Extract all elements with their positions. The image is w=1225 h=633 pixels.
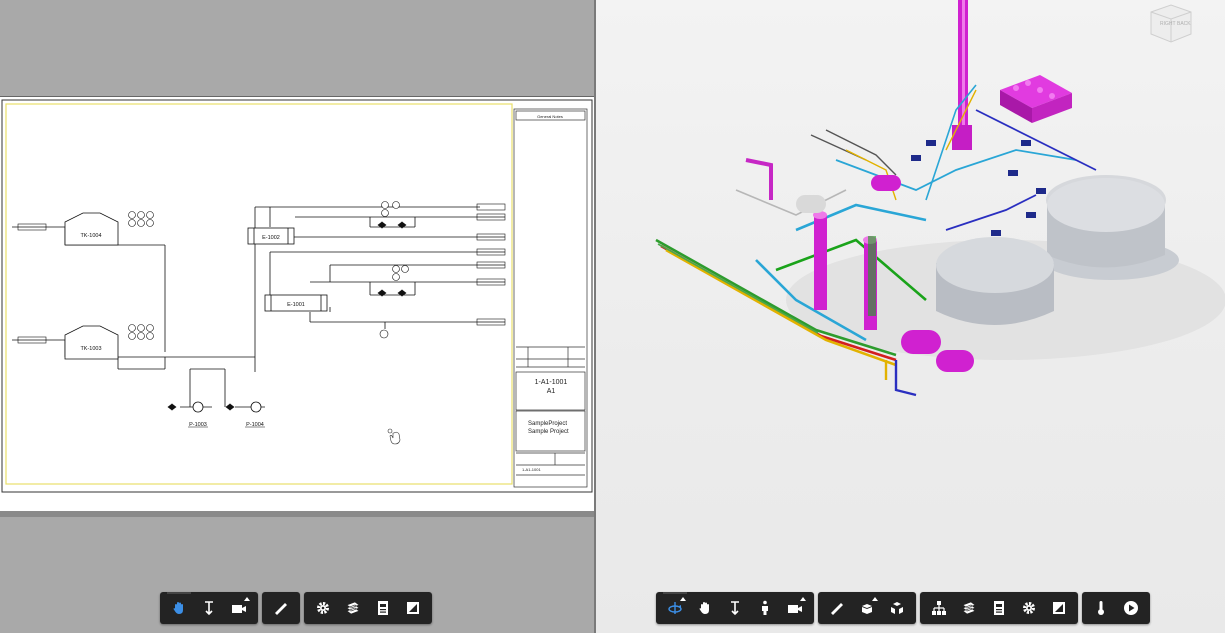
pump-p1004-label: P-1004 — [246, 422, 264, 428]
model-browser-button[interactable] — [924, 592, 954, 624]
section-button[interactable] — [882, 592, 912, 624]
pan-button[interactable] — [164, 592, 194, 624]
drawing-sheet[interactable]: General Notes 1-A1-1001 A1 SampleProject… — [0, 96, 596, 517]
exhaust-stack — [952, 0, 972, 150]
pump-p1003-label: P-1003 — [189, 422, 207, 428]
pan-icon — [173, 602, 183, 614]
layers-icon — [962, 601, 976, 615]
submenu-indicator-icon — [244, 597, 250, 601]
properties-button[interactable] — [368, 592, 398, 624]
sheet-size: A1 — [547, 388, 556, 395]
tank-tk1003-label: TK-1003 — [80, 346, 101, 352]
measure-button[interactable] — [822, 592, 852, 624]
fullscreen-button[interactable] — [398, 592, 428, 624]
submenu-indicator-icon — [872, 597, 878, 601]
measure-icon — [831, 603, 843, 615]
pan-icon — [699, 602, 709, 614]
play-icon — [1124, 601, 1138, 615]
properties-icon — [378, 601, 388, 615]
settings-icon — [1023, 602, 1035, 614]
submenu-indicator-icon — [680, 597, 686, 601]
tank-tk1004-label: TK-1004 — [80, 233, 101, 239]
navigation-tools-group — [160, 592, 258, 624]
model-viewer-pane[interactable]: RIGHT BACK — [596, 0, 1225, 633]
properties-icon — [994, 601, 1004, 615]
measure-tools-group — [262, 592, 300, 624]
camera-icon — [232, 605, 246, 613]
model-info-group — [920, 592, 1078, 624]
zoom-button[interactable] — [194, 592, 224, 624]
settings-tools-group — [304, 592, 432, 624]
exchanger-e1002-label: E-1002 — [262, 235, 280, 241]
layers-button[interactable] — [954, 592, 984, 624]
settings-icon — [317, 602, 329, 614]
pan-button[interactable] — [690, 592, 720, 624]
camera-icon — [788, 605, 802, 613]
plant-3d-model — [655, 0, 1225, 397]
walk-button[interactable] — [750, 592, 780, 624]
storage-tank-1 — [1043, 175, 1179, 280]
settings-button[interactable] — [1014, 592, 1044, 624]
temperature-icon — [1098, 601, 1104, 615]
fullscreen-button[interactable] — [1044, 592, 1074, 624]
zoom-button[interactable] — [720, 592, 750, 624]
heat-exchangers — [247, 227, 328, 312]
submenu-indicator-icon — [800, 597, 806, 601]
bottom-drawing-number: 1-A1-1001 — [522, 467, 541, 472]
exchanger-e1001-label: E-1001 — [287, 302, 305, 308]
walk-icon — [762, 600, 768, 615]
view-cube-right-face: RIGHT — [1160, 21, 1176, 27]
extensions-group — [1082, 592, 1150, 624]
layers-button[interactable] — [338, 592, 368, 624]
drawing-number: 1-A1-1001 — [535, 379, 568, 386]
title-block-header: General Notes — [537, 114, 563, 119]
view-cube[interactable]: RIGHT BACK — [1147, 2, 1195, 44]
rooftop-equipment — [1000, 75, 1072, 123]
layers-icon — [346, 601, 360, 615]
play-button[interactable] — [1116, 592, 1146, 624]
storage-tank-2 — [936, 237, 1054, 325]
navigation-tools-group — [656, 592, 814, 624]
zoom-icon — [731, 601, 739, 616]
fullscreen-icon — [407, 602, 419, 614]
measure-button[interactable] — [266, 592, 296, 624]
pipe-supports — [911, 140, 1046, 236]
fullscreen-icon — [1053, 602, 1065, 614]
orbit-icon — [668, 602, 682, 614]
project-name: SampleProject — [528, 421, 567, 427]
explode-button[interactable] — [852, 592, 882, 624]
camera-button[interactable] — [780, 592, 810, 624]
model-toolbar — [656, 592, 1150, 624]
section-icon — [891, 602, 903, 614]
settings-button[interactable] — [308, 592, 338, 624]
orbit-button[interactable] — [660, 592, 690, 624]
camera-button[interactable] — [224, 592, 254, 624]
zoom-icon — [205, 601, 213, 616]
properties-button[interactable] — [984, 592, 1014, 624]
temperature-button[interactable] — [1086, 592, 1116, 624]
view-cube-back-face: BACK — [1177, 21, 1191, 27]
instrument-bubbles — [128, 201, 409, 340]
hand-cursor-icon — [387, 428, 401, 445]
explode-icon — [862, 604, 872, 614]
drawing-toolbar — [160, 592, 432, 624]
pid-drawing: General Notes 1-A1-1001 A1 SampleProject… — [1, 99, 593, 493]
model-tools-group — [818, 592, 916, 624]
model-browser-icon — [932, 601, 946, 615]
valves — [167, 221, 407, 411]
drawing-viewer-pane[interactable]: General Notes 1-A1-1001 A1 SampleProject… — [0, 0, 596, 633]
measure-icon — [275, 603, 287, 615]
project-description: Sample Project — [528, 429, 569, 435]
view-cube-icon: RIGHT BACK — [1150, 4, 1192, 43]
